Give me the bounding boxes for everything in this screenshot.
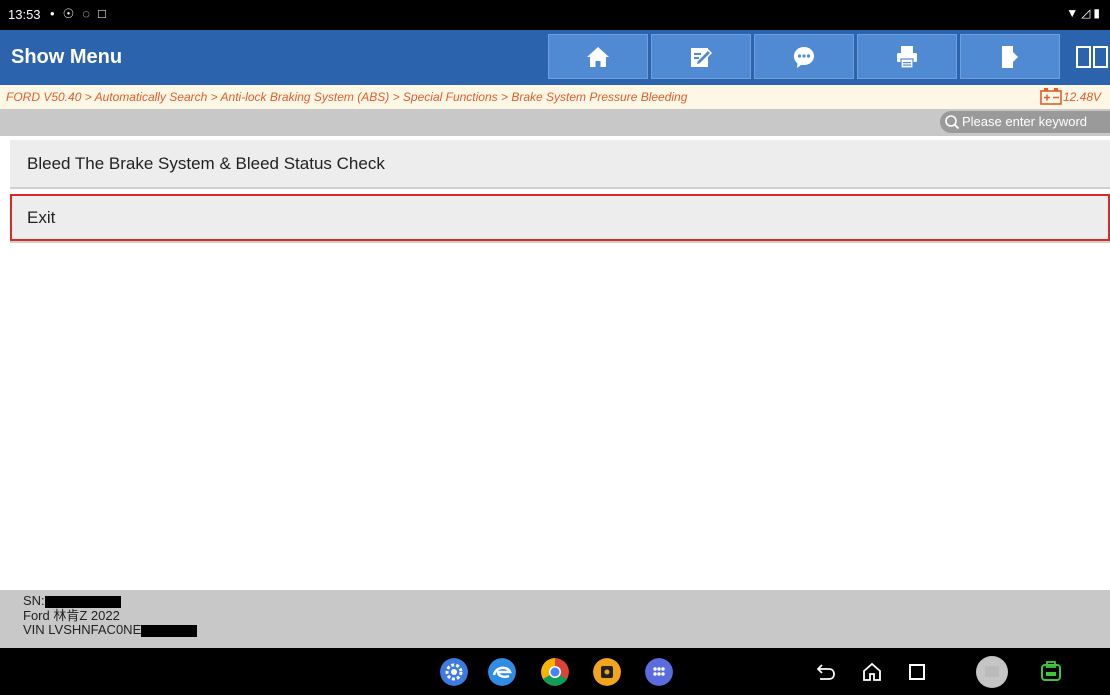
screenshot-notification-icon: □ — [97, 6, 106, 21]
screen: 13:53 • ☉ ◌ □ ▼ ◿ ▮ Show Menu FORD V50.4… — [0, 0, 1110, 695]
recents-icon[interactable] — [906, 661, 928, 683]
breadcrumb: FORD V50.40 > Automatically Search > Ant… — [6, 90, 688, 104]
print-button[interactable] — [857, 34, 957, 79]
exit-button[interactable] — [960, 34, 1060, 79]
vin-line: VIN LVSHNFAC0NE — [23, 622, 198, 637]
edit-report-icon — [691, 47, 713, 67]
navigation-bar — [0, 648, 1110, 695]
split-view-icon[interactable] — [1075, 43, 1109, 71]
home-icon — [587, 46, 609, 67]
battery-icon — [1040, 88, 1062, 105]
notification-icon: • — [50, 6, 55, 21]
redacted-vin — [141, 624, 198, 637]
search-input[interactable]: Please enter keyword — [940, 111, 1110, 133]
status-bar: 13:53 • ☉ ◌ □ ▼ ◿ ▮ — [0, 0, 1110, 30]
signal-icon: ◿ — [1081, 6, 1091, 20]
exit-door-icon — [1002, 45, 1018, 68]
vin-prefix: VIN LVSHNFAC0NE — [23, 622, 142, 637]
redacted-serial — [44, 595, 121, 608]
message-notification-icon: ◌ — [82, 6, 90, 21]
chat-button[interactable] — [754, 34, 854, 79]
gallery-icon[interactable] — [975, 655, 1009, 689]
chat-icon — [794, 46, 814, 68]
title-bar: Show Menu — [0, 30, 1110, 85]
vehicle-model: Ford 林肯Z 2022 — [23, 608, 120, 623]
home-button[interactable] — [548, 34, 648, 79]
launch-app-icon[interactable] — [593, 658, 621, 686]
wheel-notification-icon: ☉ — [62, 6, 75, 21]
serial-number-line: SN: — [23, 594, 121, 608]
serial-number-label: SN: — [23, 593, 45, 608]
search-placeholder: Please enter keyword — [962, 114, 1088, 129]
battery-status-icon: ▮ — [1093, 6, 1100, 20]
menu-item-label: Bleed The Brake System & Bleed Status Ch… — [27, 154, 385, 173]
edit-report-button[interactable] — [651, 34, 751, 79]
app-drawer-icon[interactable] — [645, 658, 673, 686]
wifi-icon: ▼ — [1066, 6, 1079, 20]
vci-icon[interactable] — [1038, 659, 1064, 685]
settings-app-icon[interactable] — [440, 658, 468, 686]
back-icon[interactable] — [815, 661, 837, 683]
status-time: 13:53 — [8, 7, 41, 22]
menu-divider — [10, 241, 1110, 243]
home-nav-icon[interactable] — [861, 661, 883, 683]
page-title: Show Menu — [11, 46, 123, 68]
chrome-app-icon[interactable] — [541, 658, 569, 686]
print-icon — [897, 45, 917, 69]
search-bar: Please enter keyword — [0, 109, 1110, 136]
menu-item-label: Exit — [27, 208, 56, 227]
vehicle-info-bar: SN: Ford 林肯Z 2022 VIN LVSHNFAC0NE — [0, 590, 1110, 648]
menu-divider — [10, 187, 1110, 189]
status-system-icons: ▼ ◿ ▮ — [1066, 6, 1100, 20]
menu-item-exit[interactable]: Exit — [10, 194, 1110, 241]
breadcrumb-bar: FORD V50.40 > Automatically Search > Ant… — [0, 85, 1110, 109]
status-notification-icons: • ☉ ◌ □ — [50, 6, 106, 22]
browser-app-icon[interactable] — [488, 658, 516, 686]
menu-item-bleed-brake-system[interactable]: Bleed The Brake System & Bleed Status Ch… — [10, 140, 1110, 187]
battery-voltage: 12.48V — [1063, 90, 1102, 104]
search-icon — [945, 115, 960, 130]
